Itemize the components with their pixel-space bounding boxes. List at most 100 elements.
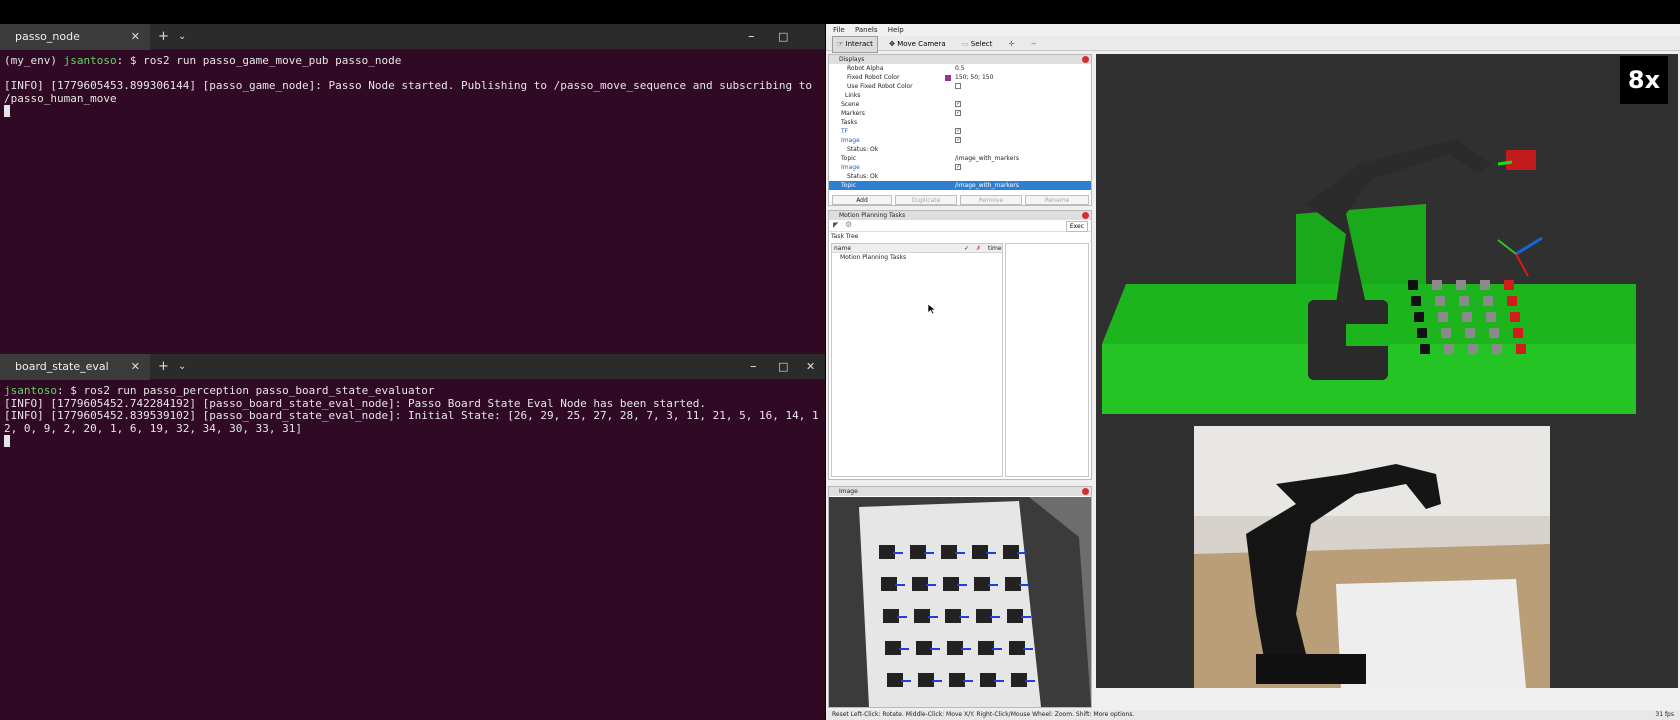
terminal-output[interactable]: (my_env) jsantoso: $ ros2 run passo_game… [0,50,825,124]
duplicate-button[interactable]: Duplicate [895,195,957,205]
board-piece [1459,296,1469,306]
display-row[interactable]: Fixed Robot Color 150; 50; 150 [829,73,1091,82]
display-row[interactable]: Markers [829,108,1091,118]
display-row-label: Robot Alpha [847,65,884,72]
close-icon[interactable] [1082,56,1089,63]
menu-panels[interactable]: Panels [855,26,878,34]
terminal-window-bottom: board_state_eval ✕ + ⌄ – □ ✕ jsantoso: $… [0,354,825,720]
exec-button[interactable]: Exec [1065,221,1088,232]
terminal-tab-board-state-eval[interactable]: board_state_eval ✕ [0,354,150,380]
display-row[interactable]: Use Fixed Robot Color [829,82,1091,91]
minimize-button[interactable]: – [750,354,757,380]
display-row-value[interactable]: 150; 50; 150 [955,73,993,82]
display-row-value[interactable]: 0.5 [955,64,965,73]
terminal-tab-passo-node[interactable]: passo_node ✕ [0,24,150,50]
board-piece [1510,312,1520,322]
display-row[interactable]: Image [829,162,1091,172]
aruco-marker [910,545,926,559]
aruco-marker [972,545,988,559]
checkbox[interactable] [955,135,961,144]
terminal-output[interactable]: jsantoso: $ ros2 run passo_perception pa… [0,380,825,454]
color-swatch [945,75,951,81]
display-row-value[interactable]: /image_with_markers [955,154,1019,163]
tool-move-camera[interactable]: ✥ Move Camera [884,36,951,53]
panel-title-text: Image [839,488,858,495]
add-button[interactable]: Add [832,195,892,205]
board-piece [1420,344,1430,354]
rename-button[interactable]: Rename [1025,195,1089,205]
displays-panel: Displays Robot Alpha 0.5 Fixed Robot Color… [828,54,1092,206]
checkbox[interactable] [955,99,961,108]
aruco-marker [945,609,961,623]
close-icon[interactable] [1082,488,1089,495]
tab-close-icon[interactable]: ✕ [131,24,140,50]
terminal-window-top: passo_node ✕ + ⌄ – □ (my_env) jsantoso: … [0,24,825,354]
board-piece [1417,328,1427,338]
aruco-marker [949,673,965,687]
menu-help[interactable]: Help [888,26,904,34]
aruco-marker [912,577,928,591]
display-row-value[interactable] [955,108,961,118]
maximize-button[interactable]: □ [778,24,788,50]
menu-file[interactable]: File [833,26,845,34]
settings-icon[interactable]: ⚙ [845,220,852,229]
aruco-marker [916,641,932,655]
board-piece [1411,296,1421,306]
col-fail: ✗ [976,245,982,252]
task-tree-label: Task Tree [831,233,859,240]
tab-dropdown-icon[interactable]: ⌄ [178,24,186,50]
tool-select[interactable]: ▭ Select [957,36,997,53]
board-piece [1456,280,1466,290]
new-tab-button[interactable]: + [158,354,169,380]
task-item[interactable]: Motion Planning Tasks [832,253,1002,262]
display-row-label: Use Fixed Robot Color [847,83,913,90]
new-tab-button[interactable]: + [158,24,169,50]
display-row-value[interactable] [955,135,961,145]
task-item-label: Motion Planning Tasks [840,254,907,261]
display-row-value[interactable] [955,162,961,172]
board-piece [1432,280,1442,290]
tool-label: Interact [845,40,873,48]
prompt-user: jsantoso [63,54,117,67]
checkbox[interactable] [955,162,961,171]
board-piece [1438,312,1448,322]
checkbox[interactable] [955,108,961,117]
display-row[interactable]: Robot Alpha 0.5 [829,64,1091,73]
remove-button[interactable]: Remove [960,195,1022,205]
panel-title-text: Displays [839,56,865,63]
menu-bar: File Panels Help [826,24,1680,36]
display-row[interactable]: Image [829,135,1091,145]
tab-close-icon[interactable]: ✕ [131,354,140,380]
display-row-value[interactable] [955,82,961,91]
aruco-marker [881,577,897,591]
checkbox[interactable] [955,83,961,89]
close-button[interactable]: ✕ [806,354,815,380]
prompt-suffix: : $ [116,54,144,67]
board-piece [1480,280,1490,290]
tool-interact[interactable]: ☞ Interact [832,36,878,53]
display-row[interactable]: Topic/image_with_markers [829,181,1091,190]
task-detail-view [1005,243,1089,477]
minimize-button[interactable]: – [748,24,755,50]
tool-add[interactable]: ✛ [1004,36,1020,53]
panel-title: Image [829,487,1091,496]
aruco-marker [1007,609,1023,623]
tab-title: board_state_eval [15,360,109,373]
display-row[interactable]: Status: Ok [829,172,1091,181]
panel-title-text: Motion Planning Tasks [839,212,906,219]
aruco-marker [943,577,959,591]
display-row-value[interactable]: /image_with_markers [955,181,1019,190]
task-tree[interactable]: name ✓ ✗ time Motion Planning Tasks [831,243,1003,477]
tab-dropdown-icon[interactable]: ⌄ [178,354,186,380]
text-cursor [4,435,10,447]
aruco-marker [1009,641,1025,655]
pick-icon[interactable]: ◤ [833,221,838,229]
tool-remove[interactable]: − [1026,36,1042,53]
display-row[interactable]: Status: Ok [829,145,1091,154]
checkbox[interactable] [955,126,961,135]
terminal-tabbar: board_state_eval ✕ + ⌄ – □ ✕ [0,354,825,380]
close-icon[interactable] [1082,212,1089,219]
prompt-suffix: : $ [56,384,84,397]
3d-view[interactable] [1096,54,1678,688]
maximize-button[interactable]: □ [778,354,788,380]
